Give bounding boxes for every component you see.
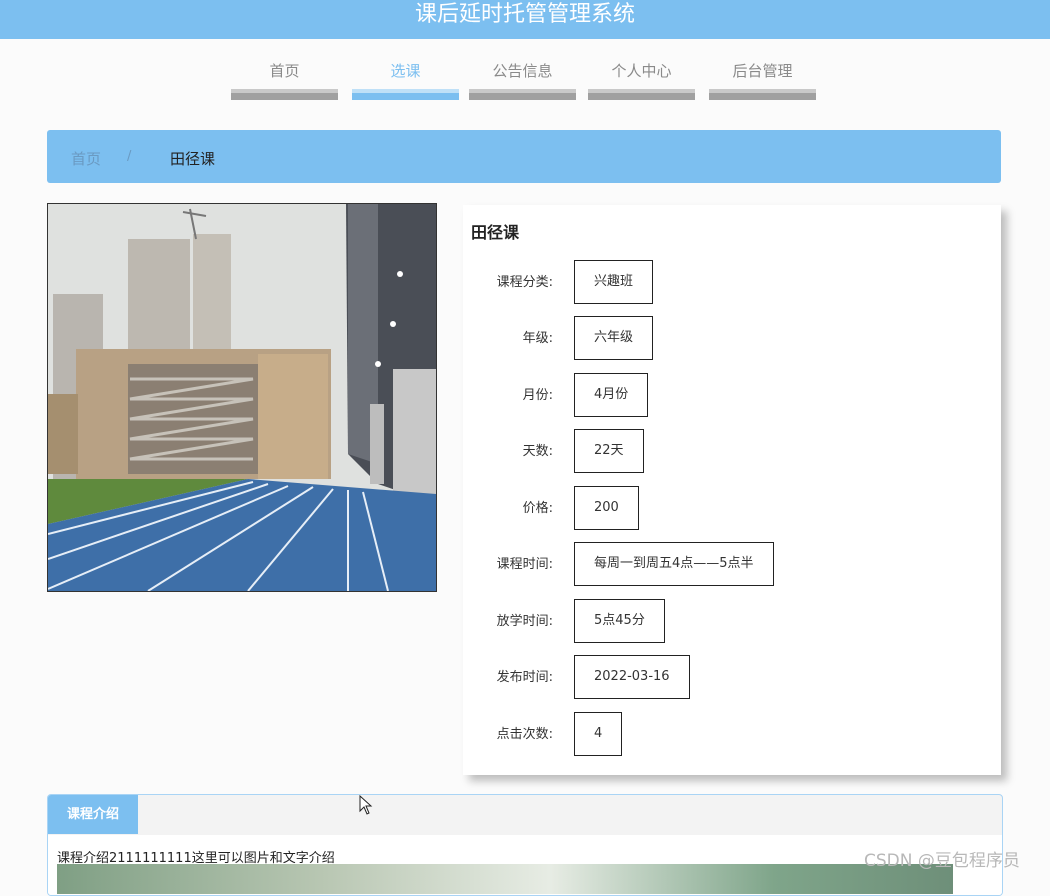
nav-underline bbox=[231, 89, 338, 100]
nav-label: 选课 bbox=[390, 62, 421, 80]
mouse-cursor-icon bbox=[359, 794, 373, 819]
app-title: 课后延时托管管理系统 bbox=[414, 2, 635, 27]
breadcrumb-separator: / bbox=[127, 149, 132, 164]
field-label-category: 课程分类: bbox=[496, 275, 553, 290]
breadcrumb-current: 田径课 bbox=[170, 150, 216, 168]
field-value-days: 22天 bbox=[574, 429, 644, 473]
course-intro-body: 课程介绍2111111111这里可以图片和文字介绍 bbox=[48, 835, 1002, 895]
field-label-dismissal-time: 放学时间: bbox=[496, 614, 553, 629]
breadcrumb-home-link[interactable]: 首页 bbox=[71, 148, 101, 169]
field-value-month: 4月份 bbox=[574, 373, 649, 417]
course-intro-section: 课程介绍 课程介绍2111111111这里可以图片和文字介绍 bbox=[47, 794, 1003, 896]
nav-underline bbox=[469, 89, 576, 100]
field-value-category: 兴趣班 bbox=[574, 260, 654, 304]
tab-course-intro[interactable]: 课程介绍 bbox=[48, 795, 138, 834]
field-value-course-time: 每周一到周五4点——5点半 bbox=[574, 542, 774, 586]
nav-item-course-selection[interactable]: 选课 bbox=[352, 56, 459, 100]
field-label-publish-date: 发布时间: bbox=[496, 670, 553, 685]
nav-item-admin[interactable]: 后台管理 bbox=[709, 56, 816, 100]
field-value-grade: 六年级 bbox=[574, 316, 654, 360]
course-intro-image bbox=[57, 864, 953, 894]
nav-item-personal-center[interactable]: 个人中心 bbox=[588, 56, 695, 100]
nav-underline bbox=[709, 89, 816, 100]
field-value-price: 200 bbox=[574, 486, 639, 530]
app-header: 课后延时托管管理系统 bbox=[0, 0, 1050, 39]
nav-label: 公告信息 bbox=[492, 62, 553, 80]
field-value-dismissal-time: 5点45分 bbox=[574, 599, 665, 643]
nav-underline bbox=[588, 89, 695, 100]
nav-item-home[interactable]: 首页 bbox=[231, 56, 338, 100]
field-label-course-time: 课程时间: bbox=[496, 557, 553, 572]
nav-underline bbox=[352, 89, 459, 100]
course-detail-panel: 田径课 课程分类: 兴趣班 年级: 六年级 月份: 4月份 天数: 22天 价格… bbox=[463, 205, 1001, 775]
course-photo bbox=[47, 203, 437, 592]
field-value-publish-date: 2022-03-16 bbox=[574, 655, 690, 699]
field-label-grade: 年级: bbox=[522, 331, 553, 346]
field-label-price: 价格: bbox=[522, 501, 553, 516]
field-label-click-count: 点击次数: bbox=[496, 727, 553, 742]
nav-label: 个人中心 bbox=[611, 62, 672, 80]
nav-item-announcements[interactable]: 公告信息 bbox=[469, 56, 576, 100]
breadcrumb: 首页 / 田径课 bbox=[47, 130, 1001, 183]
course-title: 田径课 bbox=[471, 223, 520, 242]
field-label-days: 天数: bbox=[522, 444, 553, 459]
field-value-click-count: 4 bbox=[574, 712, 623, 756]
nav-label: 首页 bbox=[269, 62, 300, 80]
nav-label: 后台管理 bbox=[732, 62, 793, 80]
field-label-month: 月份: bbox=[522, 388, 553, 403]
watermark: CSDN @豆包程序员 bbox=[864, 851, 1020, 871]
